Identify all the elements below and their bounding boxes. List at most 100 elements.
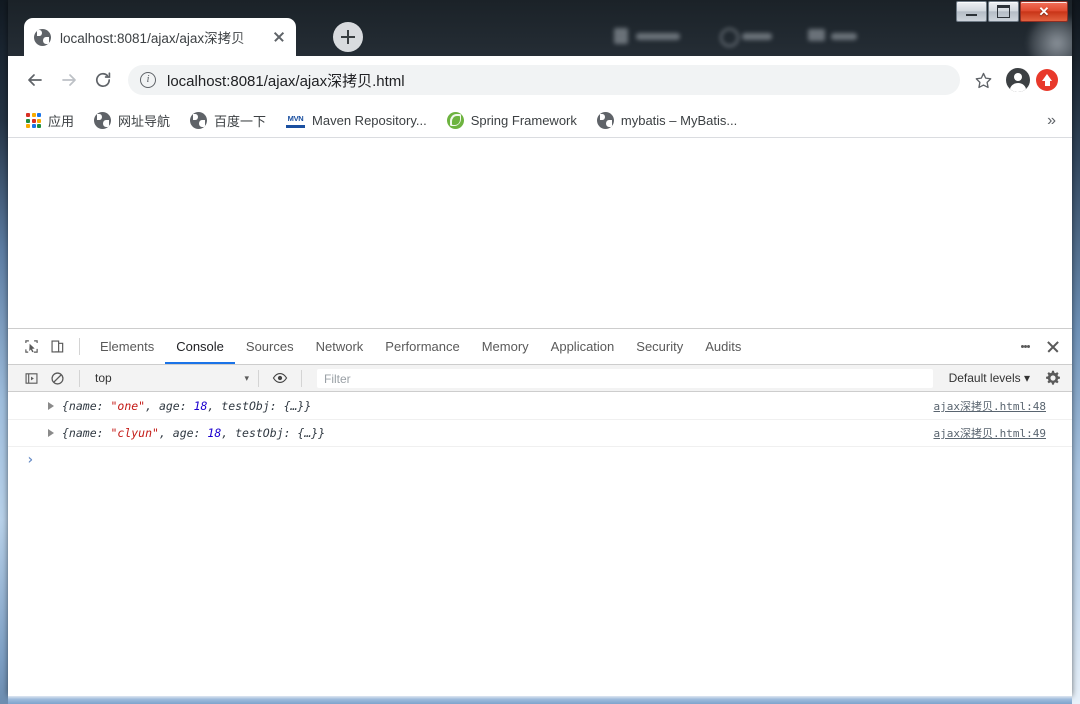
bookmarks-overflow-button[interactable]: » [1047, 112, 1060, 130]
execution-context-button[interactable] [18, 366, 44, 390]
clear-console-button[interactable] [44, 366, 70, 390]
extension-icon[interactable] [1036, 69, 1058, 91]
minimize-icon [966, 14, 977, 16]
bookmark-star-button[interactable] [966, 63, 1000, 97]
close-window-button[interactable]: ✕ [1020, 1, 1068, 22]
browser-toolbar: localhost:8081/ajax/ajax深拷贝.html [8, 56, 1072, 104]
execution-context-icon [25, 372, 38, 384]
bookmark-label: Maven Repository... [312, 113, 427, 128]
msg-number-value: 18 [193, 399, 208, 413]
execution-context-selector[interactable]: top ▾ [89, 371, 249, 385]
globe-icon [190, 112, 208, 129]
expand-triangle-icon[interactable] [48, 429, 54, 437]
bookmark-item-maven[interactable]: MVN Maven Repository... [286, 113, 427, 128]
bookmark-label: mybatis – MyBatis... [620, 113, 738, 128]
toolbar-divider [79, 338, 80, 355]
tab-application[interactable]: Application [540, 329, 626, 364]
browser-window: ✕ localhost:8081/ajax/ajax深拷贝 i localhos… [8, 0, 1072, 704]
apps-grid-icon [26, 113, 41, 128]
bookmark-label: Spring Framework [470, 113, 577, 128]
devtools-panel: Elements Console Sources Network Perform… [8, 328, 1072, 697]
toolbar-divider [79, 369, 80, 387]
bookmarks-bar: 应用 网址导航 百度一下 MVN Maven Repository... Spr… [8, 104, 1072, 138]
log-levels-selector[interactable]: Default levels ▾ [939, 371, 1040, 385]
page-viewport [8, 138, 1072, 328]
forward-button[interactable] [52, 63, 86, 97]
console-source-link[interactable]: ajax深拷贝.html:48 [934, 398, 1046, 414]
bookmark-label: 百度一下 [214, 114, 267, 129]
inspect-element-button[interactable] [18, 335, 44, 359]
console-message-row[interactable]: {name: "one", age: 18, testObj: {…}} aja… [8, 393, 1072, 420]
bookmark-apps[interactable]: 应用 [26, 111, 74, 130]
console-message-row[interactable]: {name: "clyun", age: 18, testObj: {…}} a… [8, 420, 1072, 447]
close-icon: ✕ [1038, 4, 1050, 19]
tab-elements[interactable]: Elements [89, 329, 165, 364]
msg-prefix: {name: [62, 426, 111, 440]
devtools-settings-button[interactable] [1040, 368, 1066, 388]
device-toolbar-button[interactable] [44, 335, 70, 359]
msg-suffix: , testObj: {…}} [207, 399, 312, 413]
toolbar-divider [258, 369, 259, 387]
chevron-down-icon: ▾ [244, 372, 249, 383]
profile-avatar-icon[interactable] [1006, 68, 1030, 92]
tab-performance[interactable]: Performance [374, 329, 470, 364]
blurred-desktop-text [636, 33, 680, 40]
expand-triangle-icon[interactable] [48, 402, 54, 410]
globe-icon [34, 28, 51, 46]
bookmark-item-spring[interactable]: Spring Framework [446, 112, 577, 129]
filter-input[interactable]: Filter [317, 368, 933, 388]
live-expression-button[interactable] [268, 368, 292, 388]
globe-icon [596, 112, 614, 129]
clear-console-icon [50, 371, 64, 385]
devtools-more-button[interactable] [1012, 335, 1038, 359]
tab-console[interactable]: Console [165, 329, 235, 364]
tab-close-icon[interactable] [270, 28, 288, 46]
site-info-icon[interactable] [140, 72, 156, 88]
msg-string-value: "clyun" [110, 426, 159, 440]
url-text: localhost:8081/ajax/ajax深拷贝.html [167, 72, 405, 90]
eye-icon [272, 372, 288, 384]
msg-suffix: , testObj: {…}} [221, 426, 326, 440]
back-button[interactable] [18, 63, 52, 97]
levels-value: Default levels [948, 371, 1021, 385]
dot [1026, 345, 1030, 348]
back-arrow-icon [28, 74, 42, 86]
console-prompt[interactable]: › [8, 447, 1072, 473]
minimize-button[interactable] [956, 1, 987, 22]
context-value: top [95, 371, 112, 385]
tab-strip: ✕ localhost:8081/ajax/ajax深拷贝 [8, 0, 1072, 56]
browser-tab[interactable]: localhost:8081/ajax/ajax深拷贝 [24, 18, 296, 56]
address-bar[interactable]: localhost:8081/ajax/ajax深拷贝.html [128, 65, 960, 95]
msg-string-value: "one" [110, 399, 146, 413]
tab-network[interactable]: Network [305, 329, 375, 364]
msg-mid: , age: [158, 426, 208, 440]
window-caption-buttons: ✕ [955, 1, 1068, 22]
bookmark-label: 网址导航 [118, 114, 171, 129]
tab-memory[interactable]: Memory [471, 329, 540, 364]
devtools-close-button[interactable] [1040, 335, 1066, 359]
forward-arrow-icon [62, 74, 76, 86]
bookmark-item-mybatis[interactable]: mybatis – MyBatis... [596, 112, 738, 129]
msg-number-value: 18 [207, 426, 222, 440]
bookmark-item-baidu[interactable]: 百度一下 [190, 111, 266, 130]
bookmark-item-wangzhi[interactable]: 网址导航 [94, 111, 170, 130]
tab-title: localhost:8081/ajax/ajax深拷贝 [60, 31, 245, 46]
msg-prefix: {name: [62, 399, 111, 413]
blurred-desktop-icon [614, 28, 628, 44]
inspect-element-icon [24, 340, 38, 353]
tab-sources[interactable]: Sources [235, 329, 305, 364]
console-filter-bar: top ▾ Filter Default levels ▾ [8, 365, 1072, 392]
device-toolbar-icon [50, 340, 63, 353]
tab-audits[interactable]: Audits [694, 329, 752, 364]
mvn-icon: MVN [286, 113, 306, 128]
blurred-desktop-text [831, 33, 857, 40]
reload-button[interactable] [86, 63, 120, 97]
globe-icon [94, 112, 112, 129]
tab-security[interactable]: Security [625, 329, 694, 364]
console-source-link[interactable]: ajax深拷贝.html:49 [934, 425, 1046, 441]
console-message-text: {name: "clyun", age: 18, testObj: {…}} [62, 426, 325, 440]
bookmark-label: 应用 [48, 114, 75, 129]
maximize-restore-button[interactable] [988, 1, 1019, 22]
window-bottom-edge [8, 696, 1072, 704]
new-tab-button[interactable] [333, 22, 363, 52]
